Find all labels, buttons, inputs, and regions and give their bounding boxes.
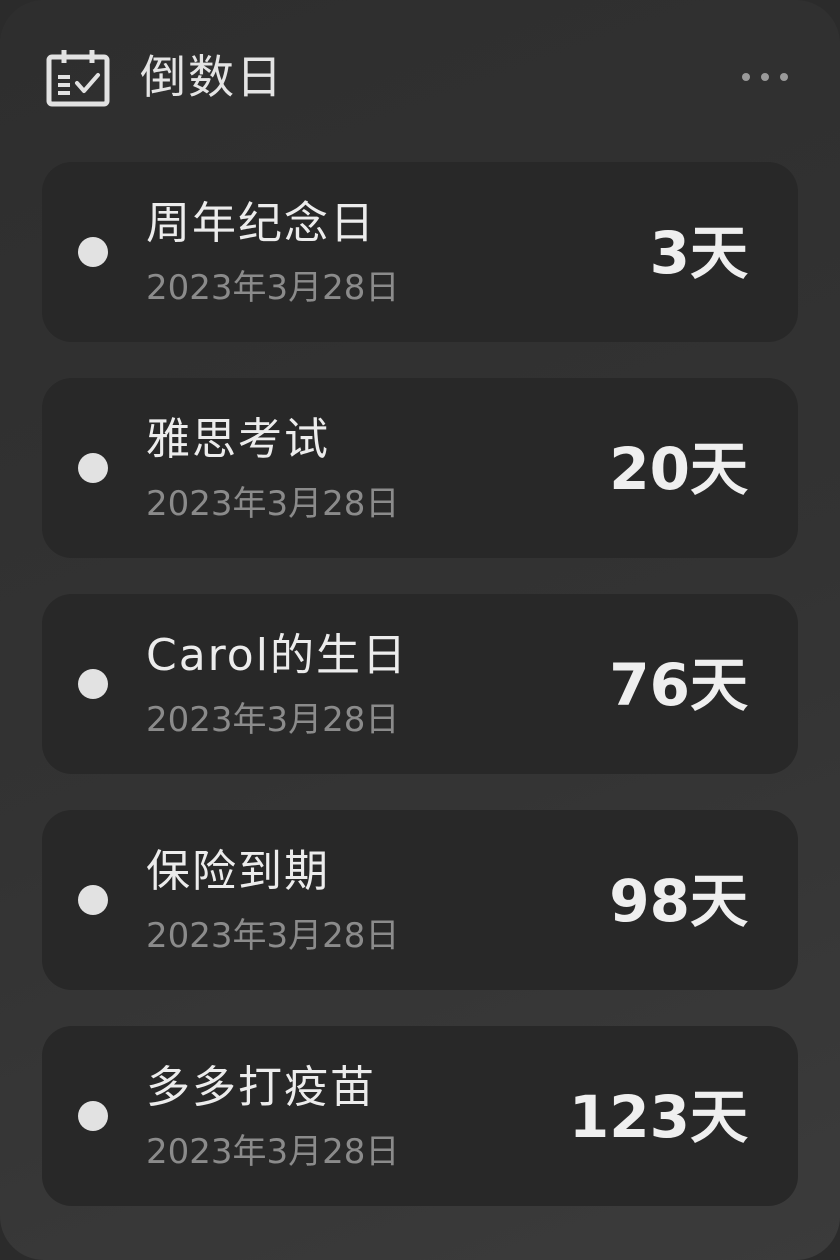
more-options-button[interactable] <box>742 63 788 91</box>
widget-title: 倒数日 <box>140 50 284 104</box>
bullet-dot-icon <box>78 453 108 483</box>
event-name: 周年纪念日 <box>146 198 376 249</box>
countdown-item[interactable]: Carol的生日 2023年3月28日 76天 <box>42 594 798 774</box>
calendar-check-icon <box>46 50 110 107</box>
more-horizontal-icon <box>742 73 750 81</box>
event-date: 2023年3月28日 <box>146 700 400 740</box>
days-remaining: 20天 <box>609 435 748 503</box>
more-horizontal-icon <box>761 73 769 81</box>
countdown-widget: 倒数日 周年纪念日 2023年3月28日 3天 雅思考试 2023年3月28日 … <box>0 0 840 1260</box>
event-date: 2023年3月28日 <box>146 484 400 524</box>
event-name: 雅思考试 <box>146 414 330 465</box>
bullet-dot-icon <box>78 885 108 915</box>
countdown-list: 周年纪念日 2023年3月28日 3天 雅思考试 2023年3月28日 20天 … <box>42 162 798 1242</box>
event-date: 2023年3月28日 <box>146 268 400 308</box>
bullet-dot-icon <box>78 237 108 267</box>
countdown-item[interactable]: 周年纪念日 2023年3月28日 3天 <box>42 162 798 342</box>
bullet-dot-icon <box>78 669 108 699</box>
days-remaining: 123天 <box>568 1083 748 1151</box>
event-date: 2023年3月28日 <box>146 1132 400 1172</box>
bullet-dot-icon <box>78 1101 108 1131</box>
days-remaining: 76天 <box>609 651 748 719</box>
countdown-item[interactable]: 雅思考试 2023年3月28日 20天 <box>42 378 798 558</box>
event-name: 多多打疫苗 <box>146 1062 376 1113</box>
countdown-item[interactable]: 多多打疫苗 2023年3月28日 123天 <box>42 1026 798 1206</box>
event-name: 保险到期 <box>146 846 330 897</box>
more-horizontal-icon <box>780 73 788 81</box>
countdown-item[interactable]: 保险到期 2023年3月28日 98天 <box>42 810 798 990</box>
days-remaining: 3天 <box>649 219 748 287</box>
days-remaining: 98天 <box>609 867 748 935</box>
widget-header: 倒数日 <box>46 44 794 110</box>
event-date: 2023年3月28日 <box>146 916 400 956</box>
event-name: Carol的生日 <box>146 630 408 681</box>
